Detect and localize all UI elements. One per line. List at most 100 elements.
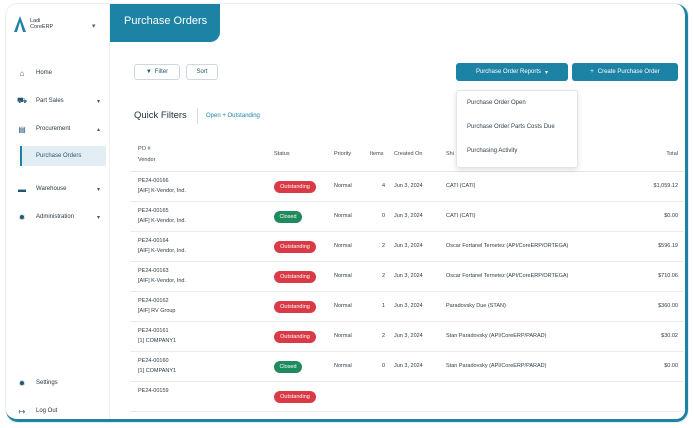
created-on: Jun 3, 2024 — [394, 243, 423, 249]
quick-filter-open-outstanding[interactable]: Open + Outstanding — [206, 113, 260, 119]
menu-item-purchasing-activity[interactable]: Purchasing Activity — [457, 139, 577, 163]
priority: Normal — [334, 243, 352, 249]
table-header: PO # Vendor Status Priority Items Create… — [130, 138, 684, 172]
caret-down-icon: ▾ — [545, 69, 549, 76]
total: $30.02 — [661, 333, 678, 339]
app-window: Ladi CoreERP ▾ ⌂ Home ⛟ Part Sales ▾ ▤ P… — [6, 4, 688, 422]
table-row[interactable]: PE24-00159 Outstanding — [130, 382, 684, 412]
items-count: 0 — [382, 213, 386, 219]
sidebar-item-settings[interactable]: ✹ Settings — [6, 372, 110, 394]
vendor-name: [1] COMPANY1 — [138, 368, 177, 374]
table-row[interactable]: PE24-00163 [AIF] K-Vendor, Ind. Normal 2 Jun… — [130, 262, 684, 292]
sort-button[interactable]: Sort — [186, 64, 218, 80]
po-number[interactable]: PE24-00165 — [138, 208, 169, 214]
vendor-name: [AIF] K-Vendor, Ind. — [138, 278, 186, 284]
sidebar-item-home[interactable]: ⌂ Home — [6, 62, 110, 84]
sidebar-item-label: Warehouse — [36, 186, 67, 192]
ship-to: Stan Paradovsky (API/CoreERP/PARAD) — [446, 333, 547, 339]
table-row[interactable]: PE24-00162 [AIF] RV Group Normal 1 Jun 3, 20… — [130, 292, 684, 322]
po-number[interactable]: PE24-00161 — [138, 328, 169, 334]
items-count: 2 — [382, 333, 386, 339]
vendor-name: [AIF] K-Vendor, Ind. — [138, 188, 186, 194]
sidebar: Ladi CoreERP ▾ ⌂ Home ⛟ Part Sales ▾ ▤ P… — [6, 4, 110, 419]
home-icon: ⌂ — [19, 68, 25, 78]
app-logo[interactable]: Ladi CoreERP — [14, 16, 53, 32]
col-vendor[interactable]: Vendor — [138, 157, 155, 163]
sidebar-item-part-sales[interactable]: ⛟ Part Sales ▾ — [6, 90, 110, 112]
sidebar-item-administration[interactable]: ✹ Administration ▾ — [6, 206, 110, 228]
col-total[interactable]: Total — [666, 151, 678, 157]
create-purchase-order-button[interactable]: + Create Purchase Order — [572, 63, 678, 81]
table-row[interactable]: PE24-00166 [AIF] K-Vendor, Ind. Normal 4 Jun… — [130, 172, 684, 202]
filter-icon: ▼ — [145, 69, 152, 75]
ship-to: Oscar Fortanel Ternetez (API/CoreERP/ORT… — [446, 273, 569, 279]
col-po[interactable]: PO # — [138, 146, 151, 152]
sidebar-bottom: ✹ Settings ↦ Log Out — [6, 372, 110, 419]
po-number[interactable]: PE24-00160 — [138, 358, 169, 364]
status-badge: Outstanding — [274, 391, 316, 403]
ship-to: CATI (CATI) — [446, 183, 476, 189]
col-ship[interactable]: Shi — [446, 151, 454, 157]
priority: Normal — [334, 363, 352, 369]
table-row[interactable]: PE24-00161 [1] COMPANY1 Normal 2 Jun 3, 2024… — [130, 322, 684, 352]
priority: Normal — [334, 183, 352, 189]
created-on: Jun 3, 2024 — [394, 333, 423, 339]
created-on: Jun 3, 2024 — [394, 273, 423, 279]
chevron-up-icon[interactable]: ▴ — [97, 126, 100, 133]
sidebar-item-warehouse[interactable]: ▬ Warehouse ▾ — [6, 178, 110, 200]
filter-button[interactable]: ▼ Filter — [134, 64, 180, 80]
priority: Normal — [334, 303, 352, 309]
menu-item-po-open[interactable]: Purchase Order Open — [457, 91, 577, 115]
sidebar-item-logout[interactable]: ↦ Log Out — [6, 400, 110, 419]
table-row[interactable]: PE24-00164 [AIF] K-Vendor, Ind. Normal 2 Jun… — [130, 232, 684, 262]
logo-mark-icon — [14, 16, 26, 32]
collapse-sidebar-icon[interactable]: ▾ — [92, 22, 96, 30]
vendor-name: [AIF] K-Vendor, Ind. — [138, 248, 186, 254]
total: $0.00 — [664, 213, 678, 219]
items-count: 0 — [382, 363, 386, 369]
total: $360.00 — [658, 303, 678, 309]
vendor-name: [AIF] K-Vendor, Ind. — [138, 218, 186, 224]
total: $0.00 — [664, 363, 678, 369]
sidebar-item-label: Settings — [36, 380, 58, 386]
purchase-order-reports-button[interactable]: Purchase Order Reports ▾ — [456, 63, 568, 81]
col-created[interactable]: Created On — [394, 151, 422, 157]
purchase-orders-table: PO # Vendor Status Priority Items Create… — [130, 138, 684, 412]
table-row[interactable]: PE24-00160 [1] COMPANY1 Normal 0 Jun 3, 2024… — [130, 352, 684, 382]
status-badge: Outstanding — [274, 301, 316, 313]
sidebar-subitem-purchase-orders[interactable]: Purchase Orders — [20, 146, 106, 166]
po-number[interactable]: PE24-00162 — [138, 298, 169, 304]
divider — [197, 108, 198, 124]
total: $1,059.12 — [653, 183, 678, 189]
quick-filters-title: Quick Filters — [134, 110, 187, 121]
sidebar-item-label: Procurement — [36, 126, 71, 132]
chevron-down-icon[interactable]: ▾ — [97, 186, 100, 193]
po-number[interactable]: PE24-00164 — [138, 238, 169, 244]
sidebar-item-label: Administration — [36, 214, 75, 220]
sidebar-item-label: Part Sales — [36, 98, 64, 104]
truck-icon: ▬ — [18, 184, 26, 194]
sidebar-item-label: Log Out — [36, 408, 58, 414]
col-items[interactable]: Items — [370, 151, 383, 157]
table-row[interactable]: PE24-00165 [AIF] K-Vendor, Ind. Normal 0 Jun… — [130, 202, 684, 232]
gear-icon: ✹ — [18, 378, 26, 388]
col-priority[interactable]: Priority — [334, 151, 351, 157]
status-badge: Outstanding — [274, 331, 316, 343]
chevron-down-icon[interactable]: ▾ — [97, 214, 100, 221]
items-count: 1 — [382, 303, 386, 309]
po-number[interactable]: PE24-00166 — [138, 178, 169, 184]
po-number[interactable]: PE24-00159 — [138, 388, 169, 394]
ship-to: Paradovsky Due (STAN) — [446, 303, 506, 309]
sidebar-item-procurement[interactable]: ▤ Procurement ▴ — [6, 118, 110, 140]
cart-icon: ⛟ — [16, 96, 28, 105]
table-body: PE24-00166 [AIF] K-Vendor, Ind. Normal 4 Jun… — [130, 172, 684, 412]
status-badge: Outstanding — [274, 241, 316, 253]
sidebar-nav: ⌂ Home ⛟ Part Sales ▾ ▤ Procurement ▴ Pu… — [6, 62, 110, 234]
ship-to: CATI (CATI) — [446, 213, 476, 219]
priority: Normal — [334, 273, 352, 279]
clipboard-icon: ▤ — [18, 124, 26, 134]
col-status[interactable]: Status — [274, 151, 290, 157]
menu-item-po-parts-costs-due[interactable]: Purchase Order Parts Costs Due — [457, 115, 577, 139]
chevron-down-icon[interactable]: ▾ — [97, 98, 100, 105]
po-number[interactable]: PE24-00163 — [138, 268, 169, 274]
